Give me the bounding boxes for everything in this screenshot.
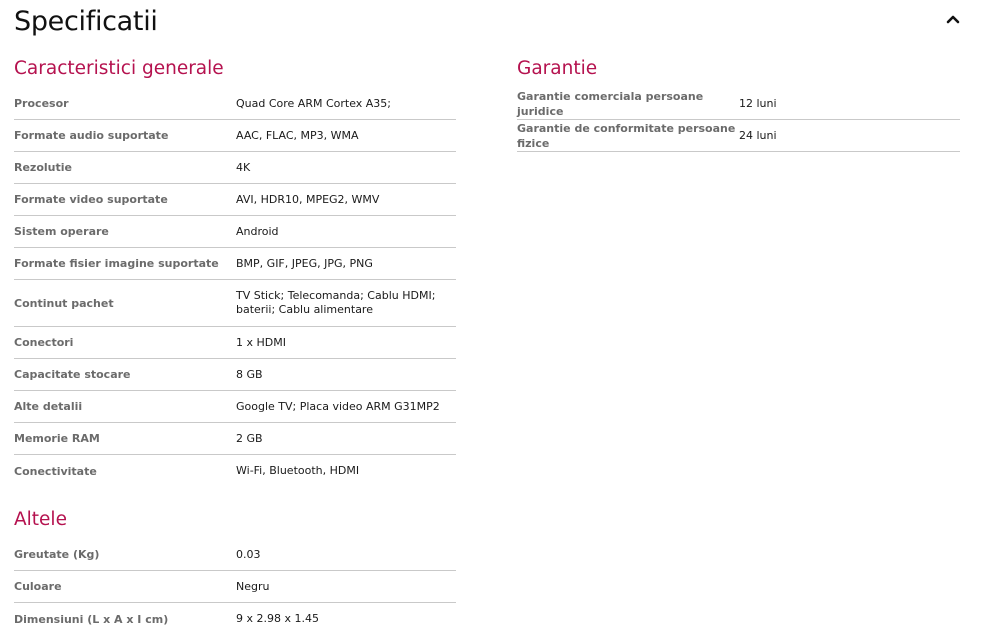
spec-label: Garantie de conformitate persoane fizice <box>517 121 736 150</box>
section-title-warranty: Garantie <box>517 58 598 79</box>
spec-value: 0.03 <box>236 547 261 561</box>
spec-value: TV Stick; Telecomanda; Cablu HDMI; bater… <box>236 289 436 316</box>
spec-value: 2 GB <box>236 431 263 445</box>
section-title-general: Caracteristici generale <box>14 58 224 79</box>
collapse-button[interactable] <box>942 8 964 30</box>
spec-label: Memorie RAM <box>14 432 100 445</box>
spec-value: Wi-Fi, Bluetooth, HDMI <box>236 464 360 477</box>
spec-label: Alte detalii <box>14 400 83 413</box>
specs-right-column: Garantie Garantie comerciala persoane ju… <box>517 56 960 152</box>
chevron-up-icon <box>946 15 960 24</box>
spec-value: Google TV; Placa video ARM G31MP2 <box>236 399 440 413</box>
spec-row: Greutate (Kg) 0.03 <box>14 539 456 571</box>
spec-row: Sistem operare Android <box>14 216 456 248</box>
spec-label: Sistem operare <box>14 225 109 238</box>
spec-value: 24 luni <box>739 128 777 142</box>
spec-row: Formate fisier imagine suportate BMP, GI… <box>14 248 456 280</box>
spec-row: Continut pachet TV Stick; Telecomanda; C… <box>14 280 456 327</box>
spec-label: Formate fisier imagine suportate <box>14 257 219 270</box>
specs-header: Specificatii <box>14 2 964 42</box>
spec-label: Formate video suportate <box>14 193 168 206</box>
spec-value: 4K <box>236 160 251 174</box>
other-specs-table: Greutate (Kg) 0.03 Culoare Negru Dimensi… <box>14 539 456 635</box>
spec-value: AAC, FLAC, MP3, WMA <box>236 128 359 142</box>
spec-label: Greutate (Kg) <box>14 548 100 561</box>
spec-row: Garantie comerciala persoane juridice 12… <box>517 88 960 120</box>
warranty-specs-table: Garantie comerciala persoane juridice 12… <box>517 88 960 152</box>
spec-label: Conectivitate <box>14 464 97 478</box>
spec-row: Capacitate stocare 8 GB <box>14 359 456 391</box>
spec-value: 8 GB <box>236 367 263 381</box>
spec-value: 12 luni <box>739 96 777 110</box>
spec-row: Procesor Quad Core ARM Cortex A35; <box>14 88 456 120</box>
spec-row: Culoare Negru <box>14 571 456 603</box>
spec-row: Memorie RAM 2 GB <box>14 423 456 455</box>
section-title-other: Altele <box>14 509 67 530</box>
spec-label: Garantie comerciala persoane juridice <box>517 89 704 118</box>
spec-value: 9 x 2.98 x 1.45 <box>236 612 319 625</box>
spec-label: Procesor <box>14 97 69 110</box>
general-specs-table: Procesor Quad Core ARM Cortex A35; Forma… <box>14 88 456 487</box>
spec-value: Android <box>236 224 279 238</box>
spec-row: Formate video suportate AVI, HDR10, MPEG… <box>14 184 456 216</box>
specs-left-column: Caracteristici generale Procesor Quad Co… <box>14 56 456 635</box>
spec-row: Rezolutie 4K <box>14 152 456 184</box>
spec-value: BMP, GIF, JPEG, JPG, PNG <box>236 256 373 270</box>
spec-row: Formate audio suportate AAC, FLAC, MP3, … <box>14 120 456 152</box>
spec-row: Conectivitate Wi-Fi, Bluetooth, HDMI <box>14 455 456 487</box>
spec-label: Formate audio suportate <box>14 129 169 142</box>
spec-label: Continut pachet <box>14 296 114 310</box>
spec-label: Rezolutie <box>14 161 72 174</box>
spec-row: Dimensiuni (L x A x I cm) 9 x 2.98 x 1.4… <box>14 603 456 635</box>
spec-label: Conectori <box>14 336 74 349</box>
spec-row: Garantie de conformitate persoane fizice… <box>517 120 960 152</box>
spec-value: 1 x HDMI <box>236 335 286 349</box>
spec-label: Culoare <box>14 580 62 593</box>
spec-label: Dimensiuni (L x A x I cm) <box>14 612 169 626</box>
spec-value: AVI, HDR10, MPEG2, WMV <box>236 192 380 206</box>
spec-value: Negru <box>236 579 270 593</box>
spec-label: Capacitate stocare <box>14 368 131 381</box>
spec-row: Alte detalii Google TV; Placa video ARM … <box>14 391 456 423</box>
spec-value: Quad Core ARM Cortex A35; <box>236 96 392 110</box>
spec-row: Conectori 1 x HDMI <box>14 327 456 359</box>
page-title: Specificatii <box>14 6 158 37</box>
